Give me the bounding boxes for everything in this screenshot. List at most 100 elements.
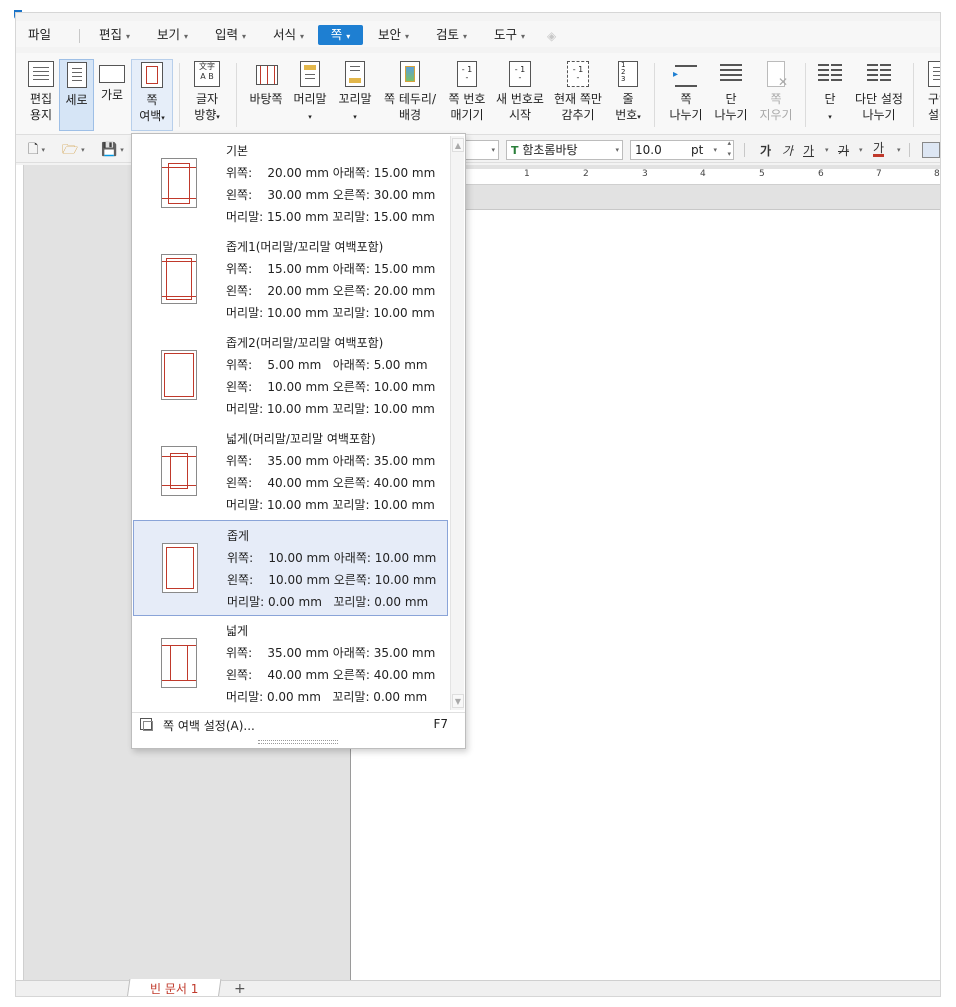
ruler-tick: 4 bbox=[700, 169, 706, 179]
preset-left-right: 왼쪽: 10.00 mm 오른쪽: 10.00 mm bbox=[226, 380, 436, 394]
line-number-label-2: 번호 bbox=[615, 108, 638, 122]
page-erase-button[interactable]: 쪽 지우기 bbox=[756, 59, 796, 131]
font-size-spinner[interactable]: ▴ ▾ bbox=[727, 138, 731, 160]
menu-edit[interactable]: 편집 ▾ bbox=[93, 25, 136, 45]
column-button[interactable]: 단 ▾ bbox=[814, 59, 846, 131]
page-break-button[interactable]: 쪽 나누기 bbox=[666, 59, 706, 131]
font-color-dropdown-icon[interactable]: ▾ bbox=[897, 146, 901, 154]
preset-title: 좁게 bbox=[227, 529, 250, 543]
font-color-button[interactable]: 가 bbox=[873, 142, 885, 157]
header-label: 머리말 bbox=[293, 92, 327, 106]
save-icon[interactable]: 💾 ▾ bbox=[101, 142, 124, 159]
preset-top-bottom: 위쪽: 15.00 mm 아래쪽: 15.00 mm bbox=[226, 262, 436, 276]
resize-grip[interactable] bbox=[258, 740, 338, 744]
menu-review[interactable]: 검토 ▾ bbox=[430, 25, 473, 45]
page-break-label-2: 나누기 bbox=[669, 108, 703, 122]
header-button[interactable]: 머리말 ▾ bbox=[291, 59, 329, 131]
page-margin-dropdown: 기본 위쪽: 20.00 mm 아래쪽: 15.00 mm 왼쪽: 30.00 … bbox=[131, 133, 466, 749]
align-justify-icon[interactable] bbox=[922, 142, 940, 158]
preset-top-bottom: 위쪽: 35.00 mm 아래쪽: 35.00 mm bbox=[226, 454, 436, 468]
page-margin-settings-item[interactable]: 쪽 여백 설정(A)... F7 bbox=[132, 712, 465, 734]
ruler-tick: 1 bbox=[524, 169, 530, 179]
ruler-tick: 6 bbox=[818, 169, 824, 179]
font-name-combo[interactable]: T 함초롬바탕 ▾ bbox=[506, 140, 623, 160]
landscape-icon bbox=[99, 65, 125, 83]
preset-title: 좁게2(머리말/꼬리말 여백포함) bbox=[226, 336, 384, 350]
text-direction-icon: 文字 A B bbox=[194, 61, 220, 87]
underline-dropdown-icon[interactable]: ▾ bbox=[825, 146, 829, 154]
toolbar-separator bbox=[744, 143, 745, 157]
margin-preview-icon bbox=[162, 543, 198, 593]
portrait-button[interactable]: 세로 bbox=[59, 59, 94, 131]
page-number-label-2: 매기기 bbox=[450, 108, 484, 122]
page-break-icon bbox=[673, 61, 699, 87]
menu-view[interactable]: 보기 ▾ bbox=[151, 25, 194, 45]
new-document-icon[interactable]: 🗋 ▾ bbox=[28, 142, 45, 159]
preset-left-right: 왼쪽: 10.00 mm 오른쪽: 10.00 mm bbox=[227, 573, 437, 587]
column-break-button[interactable]: 단 나누기 bbox=[711, 59, 751, 131]
margin-preset-wide-inclusive[interactable]: 넓게(머리말/꼬리말 여백포함) 위쪽: 35.00 mm 아래쪽: 35.00… bbox=[133, 424, 448, 520]
ribbon-options-icon[interactable]: ◈ bbox=[547, 29, 563, 43]
portrait-label: 세로 bbox=[65, 93, 88, 107]
multi-column-button[interactable]: 다단 설정 나누기 bbox=[852, 59, 906, 131]
menu-security[interactable]: 보안 ▾ bbox=[372, 25, 415, 45]
page-number-icon: - 1 - bbox=[457, 61, 477, 87]
preset-header-footer: 머리말: 0.00 mm 꼬리말: 0.00 mm bbox=[227, 595, 429, 609]
new-number-button[interactable]: - 1 - 새 번호로 시작 bbox=[494, 59, 546, 131]
page-number-label-1: 쪽 번호 bbox=[448, 92, 486, 106]
page-setup-icon bbox=[140, 718, 153, 731]
toolbar-separator bbox=[909, 143, 910, 157]
menu-insert[interactable]: 입력 ▾ bbox=[209, 25, 252, 45]
document-tab-bar: 빈 문서 1 + bbox=[16, 979, 940, 996]
page-border-label-2: 배경 bbox=[398, 108, 422, 122]
line-number-button[interactable]: 123 줄 번호▾ bbox=[610, 59, 646, 131]
italic-button[interactable]: 가 bbox=[782, 142, 793, 159]
preset-title: 넓게 bbox=[226, 624, 249, 638]
margin-preset-narrow2[interactable]: 좁게2(머리말/꼬리말 여백포함) 위쪽: 5.00 mm 아래쪽: 5.00 … bbox=[133, 328, 448, 424]
scroll-up-icon[interactable]: ▲ bbox=[452, 138, 464, 152]
page-border-button[interactable]: 쪽 테두리/ 배경 bbox=[382, 59, 438, 131]
document-tab[interactable]: 빈 문서 1 bbox=[126, 979, 222, 996]
page-margin-label-1: 쪽 bbox=[146, 93, 158, 107]
margin-preset-narrow1[interactable]: 좁게1(머리말/꼬리말 여백포함) 위쪽: 15.00 mm 아래쪽: 15.0… bbox=[133, 232, 448, 328]
background-page-button[interactable]: 바탕쪽 bbox=[244, 59, 288, 131]
margin-preview-icon bbox=[161, 254, 197, 304]
paper-icon bbox=[28, 61, 54, 87]
menu-format[interactable]: 서식 ▾ bbox=[267, 25, 310, 45]
line-number-label-1: 줄 bbox=[622, 92, 634, 106]
menu-page[interactable]: 쪽 ▾ bbox=[318, 25, 363, 45]
header-icon bbox=[300, 61, 320, 87]
open-folder-icon[interactable]: 🗁 ▾ bbox=[62, 142, 85, 159]
new-number-icon: - 1 - bbox=[509, 61, 531, 87]
edit-paper-button[interactable]: 편집 용지 bbox=[24, 59, 58, 131]
portrait-icon bbox=[66, 62, 87, 88]
new-number-label-2: 시작 bbox=[508, 108, 532, 122]
section-settings-button[interactable]: 구역 설정 bbox=[922, 59, 940, 131]
preset-title: 넓게(머리말/꼬리말 여백포함) bbox=[226, 432, 376, 446]
strikethrough-button[interactable]: 가 bbox=[838, 142, 849, 159]
margin-preset-default[interactable]: 기본 위쪽: 20.00 mm 아래쪽: 15.00 mm 왼쪽: 30.00 … bbox=[133, 136, 448, 232]
hide-current-page-button[interactable]: - 1 - 현재 쪽만 감추기 bbox=[552, 59, 604, 131]
bold-button[interactable]: 가 bbox=[760, 142, 771, 159]
add-tab-button[interactable]: + bbox=[234, 981, 246, 996]
font-size-value: 10.0 bbox=[635, 143, 662, 157]
underline-button[interactable]: 가 bbox=[803, 142, 814, 159]
font-size-combo[interactable]: 10.0 pt ▾ ▴ ▾ bbox=[630, 138, 734, 160]
page-margin-button[interactable]: 쪽 여백▾ bbox=[131, 59, 173, 131]
menu-file[interactable]: 파일 bbox=[22, 25, 57, 45]
margin-preset-wide[interactable]: 넓게 위쪽: 35.00 mm 아래쪽: 35.00 mm 왼쪽: 40.00 … bbox=[133, 616, 448, 712]
page-erase-label-2: 지우기 bbox=[759, 108, 793, 122]
page-number-button[interactable]: - 1 - 쪽 번호 매기기 bbox=[444, 59, 490, 131]
margin-preset-narrow[interactable]: 좁게 위쪽: 10.00 mm 아래쪽: 10.00 mm 왼쪽: 10.00 … bbox=[133, 520, 448, 616]
page-erase-icon bbox=[767, 61, 788, 90]
landscape-button[interactable]: 가로 bbox=[96, 59, 128, 131]
preset-header-footer: 머리말: 15.00 mm 꼬리말: 15.00 mm bbox=[226, 210, 435, 224]
scroll-down-icon[interactable]: ▼ bbox=[452, 694, 464, 708]
preset-title: 기본 bbox=[226, 144, 249, 158]
footer-button[interactable]: 꼬리말 ▾ bbox=[336, 59, 374, 131]
menu-tools[interactable]: 도구 ▾ bbox=[488, 25, 531, 45]
dropdown-scrollbar[interactable]: ▲ ▼ bbox=[450, 136, 464, 710]
menu-separator bbox=[79, 29, 80, 43]
text-direction-button[interactable]: 文字 A B 글자 방향▾ bbox=[186, 59, 228, 131]
strike-dropdown-icon[interactable]: ▾ bbox=[859, 146, 863, 154]
